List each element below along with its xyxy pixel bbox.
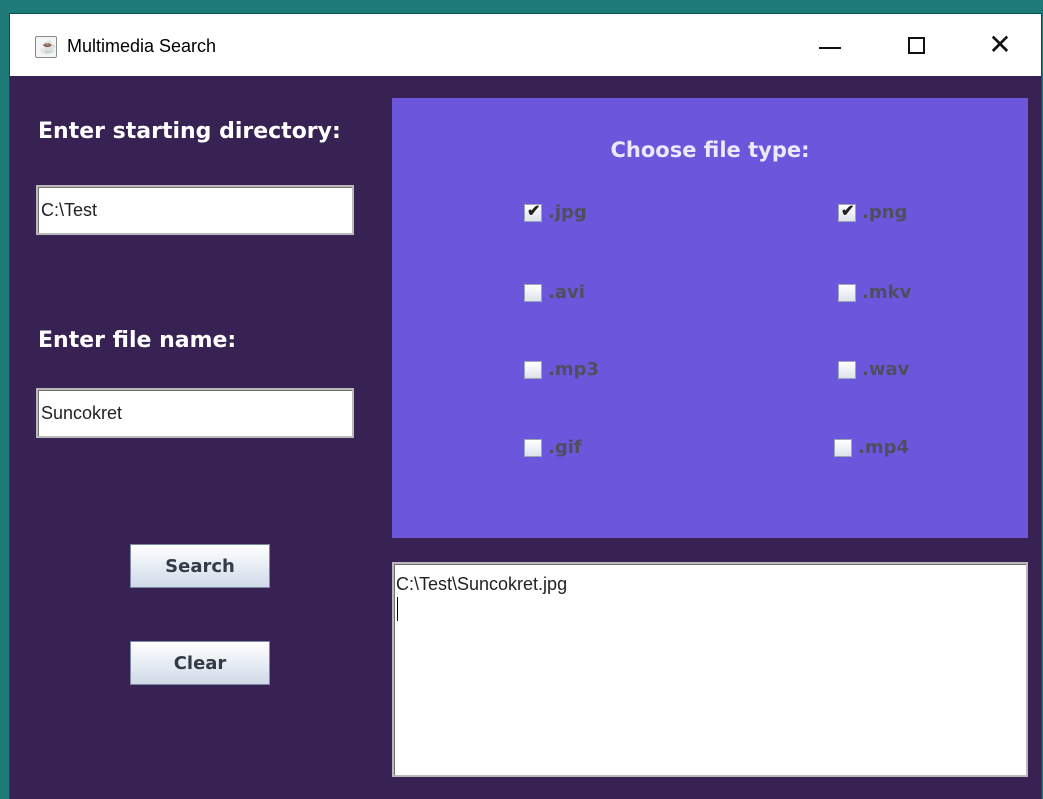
- checkbox-avi[interactable]: .avi: [524, 282, 585, 303]
- file-type-title: Choose file type:: [610, 138, 810, 162]
- checkmark-icon: ✔: [527, 202, 541, 220]
- close-button[interactable]: ✕: [960, 14, 1040, 76]
- maximize-icon: [907, 36, 925, 54]
- checkbox-png[interactable]: ✔ .png: [838, 202, 907, 223]
- maximize-button[interactable]: [876, 14, 956, 76]
- checkbox-wav[interactable]: .wav: [838, 359, 909, 380]
- main-content: Enter starting directory: C:\Test Enter …: [10, 76, 1041, 799]
- search-button[interactable]: Search: [130, 544, 270, 588]
- checkbox-box[interactable]: [834, 438, 852, 457]
- checkbox-box[interactable]: [524, 438, 542, 457]
- checkbox-box[interactable]: [524, 360, 542, 379]
- checkbox-label: .avi: [548, 282, 585, 303]
- checkbox-mp3[interactable]: .mp3: [524, 359, 599, 380]
- checkbox-label: .gif: [548, 437, 582, 458]
- file-type-panel: Choose file type: ✔ .jpg ✔ .png .avi .mk…: [392, 98, 1028, 538]
- checkbox-box[interactable]: [524, 283, 542, 302]
- window-title: Multimedia Search: [67, 36, 217, 56]
- checkbox-box[interactable]: ✔: [524, 202, 542, 222]
- checkmark-icon: ✔: [841, 202, 855, 220]
- checkbox-box[interactable]: [838, 360, 856, 379]
- minimize-button[interactable]: [790, 14, 870, 76]
- clear-button[interactable]: Clear: [130, 641, 270, 685]
- checkbox-mkv[interactable]: .mkv: [838, 282, 911, 303]
- checkbox-label: .png: [862, 202, 908, 223]
- results-text-area[interactable]: C:\Test\Suncokret.jpg: [392, 562, 1028, 777]
- close-icon: ✕: [988, 29, 1012, 60]
- directory-label: Enter starting directory:: [38, 119, 341, 144]
- directory-input[interactable]: C:\Test: [36, 185, 354, 235]
- checkbox-label: .wav: [862, 359, 910, 380]
- checkbox-mp4[interactable]: .mp4: [834, 437, 909, 458]
- checkbox-box[interactable]: [838, 283, 856, 302]
- checkbox-gif[interactable]: .gif: [524, 437, 582, 458]
- checkbox-label: .mp4: [858, 437, 910, 458]
- file-name-input[interactable]: Suncokret: [36, 388, 354, 438]
- minimize-icon: [819, 47, 841, 49]
- result-line: C:\Test\Suncokret.jpg: [396, 574, 568, 594]
- title-bar[interactable]: ☕ Multimedia Search ✕: [10, 14, 1041, 76]
- checkbox-box[interactable]: ✔: [838, 202, 856, 222]
- checkbox-label: .mp3: [548, 359, 600, 380]
- java-cup-icon: ☕: [35, 36, 57, 58]
- text-caret: [397, 597, 398, 621]
- file-name-label: Enter file name:: [38, 328, 237, 353]
- app-window: ☕ Multimedia Search ✕ Enter starting dir…: [10, 14, 1041, 799]
- checkbox-jpg[interactable]: ✔ .jpg: [524, 202, 587, 223]
- checkbox-label: .jpg: [548, 202, 587, 223]
- checkbox-label: .mkv: [862, 282, 912, 303]
